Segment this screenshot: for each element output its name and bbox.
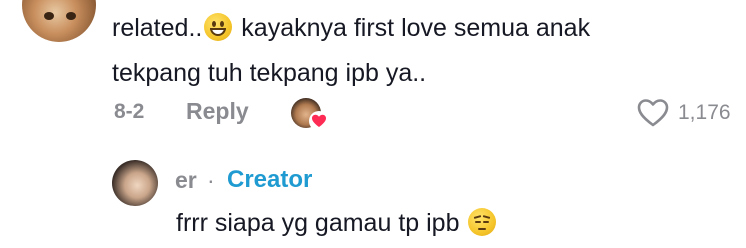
comment-date: 8-2 — [114, 100, 145, 123]
comment-text: related.. kayaknya first love semua anak… — [112, 6, 732, 96]
reply-text-body: frrr siapa yg gamau tp ipb — [176, 209, 467, 237]
heart-filled-icon — [309, 111, 329, 131]
pensive-face-icon — [468, 208, 497, 236]
heart-outline-icon[interactable] — [636, 97, 670, 129]
grinning-face-icon — [204, 13, 233, 41]
reply-author-avatar[interactable] — [112, 160, 158, 206]
reply-button[interactable]: Reply — [186, 98, 249, 125]
reply-author-name[interactable]: er — [175, 167, 197, 194]
reply-separator: · — [207, 167, 215, 193]
commenter-avatar[interactable] — [22, 0, 96, 42]
creator-badge: Creator — [227, 166, 313, 193]
reply-text: frrr siapa yg gamau tp ipb — [176, 203, 498, 243]
like-count: 1,176 — [678, 101, 731, 124]
comment-text-line2: tekpang tuh tekpang ipb ya.. — [112, 59, 427, 87]
comment-text-line1-pre: related.. — [112, 14, 203, 42]
comment-text-line1-post: kayaknya first love semua anak — [234, 14, 591, 42]
